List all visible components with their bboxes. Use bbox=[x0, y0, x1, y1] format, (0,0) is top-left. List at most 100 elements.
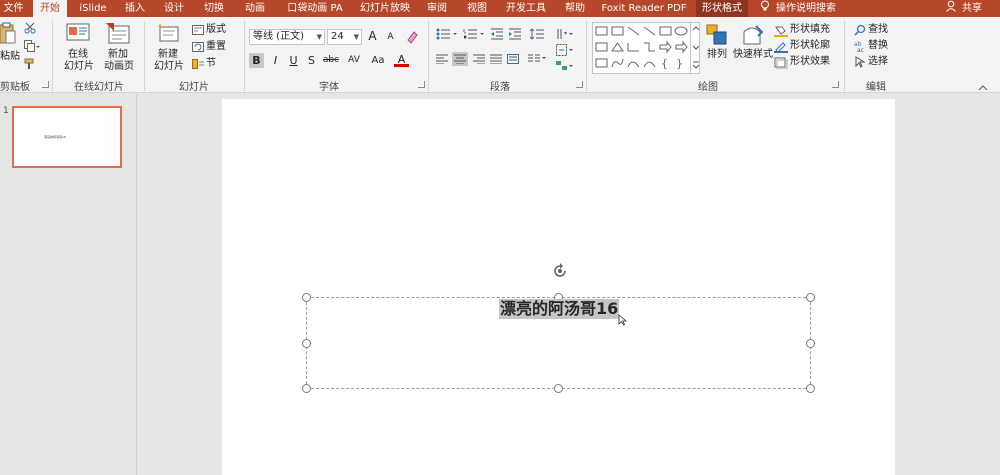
shadow-button[interactable]: S bbox=[304, 53, 319, 68]
online-slides-button[interactable]: 在线 bbox=[62, 49, 94, 61]
quick-styles-button[interactable]: 快速样式 bbox=[731, 49, 775, 61]
rotate-handle-icon[interactable] bbox=[551, 262, 569, 283]
new-animation-page-button[interactable]: 新加 bbox=[102, 49, 134, 61]
bold-button[interactable]: B bbox=[249, 53, 264, 68]
shape-outline-icon[interactable] bbox=[774, 41, 788, 56]
align-center-icon[interactable] bbox=[452, 52, 468, 66]
ribbon: 粘贴 剪贴板 在线 幻灯片 新加 动画页 在线幻灯片 新建 幻灯片 版式 重置 … bbox=[0, 17, 1000, 93]
paste-button[interactable]: 粘贴 bbox=[0, 51, 20, 63]
strikethrough-button[interactable]: abc bbox=[321, 53, 341, 68]
tab-pocket-animation[interactable]: 口袋动画 PA bbox=[280, 0, 350, 17]
scissors-icon[interactable] bbox=[24, 22, 36, 37]
tab-foxit-pdf[interactable]: Foxit Reader PDF bbox=[598, 0, 690, 17]
font-name-combo[interactable]: 等线 (正文) ▼ bbox=[249, 29, 325, 45]
tab-design[interactable]: 设计 bbox=[156, 0, 192, 17]
tab-developer[interactable]: 开发工具 bbox=[500, 0, 552, 17]
tab-transitions[interactable]: 切换 bbox=[196, 0, 232, 17]
change-case-button[interactable]: Aa bbox=[367, 53, 389, 68]
resize-handle-left[interactable] bbox=[302, 339, 311, 348]
shape-fill-icon[interactable] bbox=[774, 25, 788, 40]
new-slide-button[interactable]: 新建 bbox=[150, 49, 186, 61]
shape-effects-button[interactable]: 形状效果 bbox=[790, 56, 830, 68]
justify-icon[interactable] bbox=[490, 54, 502, 67]
paste-icon[interactable] bbox=[0, 21, 16, 47]
arrange-button[interactable]: 排列 bbox=[703, 49, 731, 61]
align-left-icon[interactable] bbox=[436, 54, 448, 67]
clear-formatting-icon[interactable] bbox=[405, 30, 419, 47]
tab-file[interactable]: 文件 bbox=[0, 0, 27, 17]
text-direction-icon[interactable] bbox=[556, 28, 574, 43]
gallery-scroll[interactable] bbox=[690, 22, 700, 74]
align-text-icon[interactable] bbox=[556, 44, 574, 59]
font-size-combo[interactable]: 24 ▼ bbox=[327, 29, 362, 45]
line-spacing-icon[interactable] bbox=[529, 28, 548, 43]
lightbulb-icon bbox=[758, 0, 772, 17]
tab-review[interactable]: 审阅 bbox=[420, 0, 454, 17]
select-button[interactable]: 选择 bbox=[868, 56, 888, 68]
slide-text-selected[interactable]: 漂亮的阿汤哥16 bbox=[499, 299, 620, 319]
shrink-font-button[interactable]: A bbox=[383, 30, 398, 45]
italic-button[interactable]: I bbox=[268, 53, 283, 68]
slide-canvas[interactable] bbox=[222, 99, 895, 475]
find-icon[interactable] bbox=[854, 24, 866, 39]
smartart-icon[interactable] bbox=[556, 60, 574, 75]
online-slides-button-line2[interactable]: 幻灯片 bbox=[58, 61, 100, 73]
tab-slideshow[interactable]: 幻灯片放映 bbox=[356, 0, 414, 17]
tell-me-search[interactable]: 操作说明搜索 bbox=[776, 0, 840, 17]
section-button[interactable]: 节 bbox=[206, 58, 216, 70]
new-slide-icon[interactable] bbox=[156, 23, 180, 48]
layout-icon[interactable] bbox=[192, 25, 204, 38]
new-animation-page-button-line2[interactable]: 动画页 bbox=[98, 61, 140, 73]
format-painter-icon[interactable] bbox=[24, 58, 36, 73]
character-spacing-button[interactable]: AV bbox=[343, 53, 365, 68]
copy-icon[interactable] bbox=[24, 40, 40, 55]
bullets-icon[interactable] bbox=[436, 28, 458, 43]
online-slides-icon[interactable] bbox=[66, 23, 90, 48]
tab-view[interactable]: 视图 bbox=[460, 0, 494, 17]
align-right-icon[interactable] bbox=[473, 54, 485, 67]
arrange-icon[interactable] bbox=[706, 24, 728, 49]
shape-effects-icon[interactable] bbox=[774, 57, 788, 72]
layout-button[interactable]: 版式 bbox=[206, 24, 226, 36]
tab-home[interactable]: 开始 bbox=[33, 0, 67, 17]
new-slide-button-line2[interactable]: 幻灯片 bbox=[148, 61, 190, 73]
tab-insert[interactable]: 插入 bbox=[118, 0, 152, 17]
paragraph-launcher-icon[interactable] bbox=[576, 81, 583, 88]
resize-handle-bottom-left[interactable] bbox=[302, 384, 311, 393]
numbering-icon[interactable] bbox=[463, 28, 485, 43]
resize-handle-top-right[interactable] bbox=[806, 293, 815, 302]
font-launcher-icon[interactable] bbox=[418, 81, 425, 88]
slide-thumbnail[interactable] bbox=[12, 106, 122, 168]
increase-indent-icon[interactable] bbox=[508, 28, 522, 43]
section-icon[interactable] bbox=[192, 59, 204, 72]
shape-fill-button[interactable]: 形状填充 bbox=[790, 24, 830, 36]
reset-button[interactable]: 重置 bbox=[206, 41, 226, 53]
underline-button[interactable]: U bbox=[286, 53, 301, 68]
replace-icon[interactable]: ab ac bbox=[854, 40, 866, 55]
drawing-launcher-icon[interactable] bbox=[832, 81, 839, 88]
clipboard-launcher-icon[interactable] bbox=[42, 81, 49, 88]
collapse-ribbon-icon[interactable] bbox=[978, 81, 988, 94]
find-button[interactable]: 查找 bbox=[868, 24, 888, 36]
tab-help[interactable]: 帮助 bbox=[558, 0, 592, 17]
reset-icon[interactable] bbox=[192, 42, 204, 55]
shape-outline-button[interactable]: 形状轮廓 bbox=[790, 40, 830, 52]
new-animation-page-icon[interactable] bbox=[106, 23, 130, 48]
share-button[interactable]: 共享 bbox=[959, 0, 985, 17]
grow-font-button[interactable]: A bbox=[365, 29, 380, 44]
resize-handle-top-left[interactable] bbox=[302, 293, 311, 302]
distributed-icon[interactable] bbox=[507, 54, 519, 67]
tab-shape-format[interactable]: 形状格式 bbox=[696, 0, 748, 17]
font-color-button[interactable]: A bbox=[394, 52, 409, 67]
resize-handle-right[interactable] bbox=[806, 339, 815, 348]
columns-icon[interactable] bbox=[528, 54, 546, 67]
select-icon[interactable] bbox=[854, 56, 866, 71]
replace-button[interactable]: 替换 bbox=[868, 40, 888, 52]
quick-styles-icon[interactable] bbox=[740, 24, 764, 49]
tab-animations[interactable]: 动画 bbox=[237, 0, 273, 17]
decrease-indent-icon[interactable] bbox=[490, 28, 504, 43]
resize-handle-bottom-right[interactable] bbox=[806, 384, 815, 393]
slides-group-label: 幻灯片 bbox=[179, 82, 209, 93]
resize-handle-bottom[interactable] bbox=[554, 384, 563, 393]
tab-islide[interactable]: iSlide bbox=[72, 0, 114, 17]
